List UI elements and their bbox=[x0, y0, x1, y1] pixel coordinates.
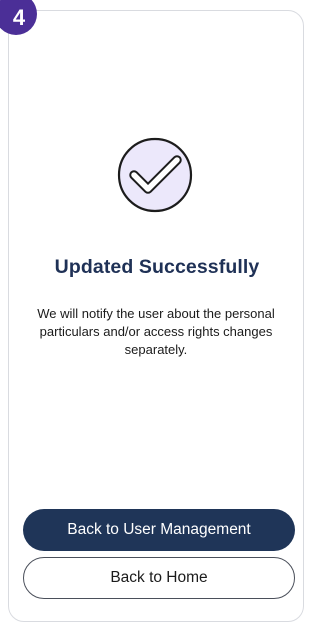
confirmation-card: 4 Updated Successfully We will notify th… bbox=[0, 0, 304, 622]
success-message: We will notify the user about the person… bbox=[37, 306, 275, 357]
page: 4 Updated Successfully We will notify th… bbox=[0, 0, 306, 622]
check-circle-icon bbox=[117, 137, 193, 213]
back-to-home-button[interactable]: Back to Home bbox=[23, 557, 295, 599]
back-to-user-management-button[interactable]: Back to User Management bbox=[23, 509, 295, 551]
step-badge: 4 bbox=[0, 0, 37, 35]
success-title: Updated Successfully bbox=[54, 256, 260, 278]
